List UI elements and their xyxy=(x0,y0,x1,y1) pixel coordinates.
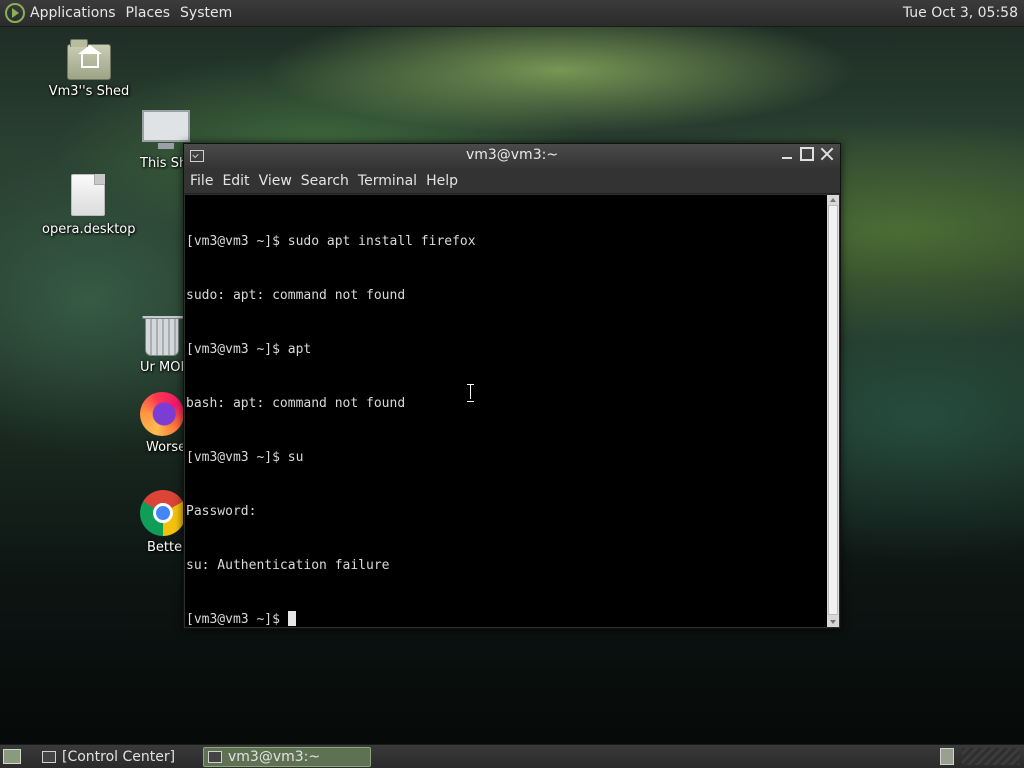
scrollbar-thumb[interactable] xyxy=(828,205,838,615)
scrollbar[interactable] xyxy=(827,195,839,627)
chrome-icon xyxy=(140,490,184,536)
desktop-icon-home[interactable]: Vm3''s Shed xyxy=(46,39,132,99)
desktop-icon-label: Better xyxy=(147,540,184,555)
desktop-icon-label: Ur MOM xyxy=(140,360,184,375)
workspace-switcher[interactable] xyxy=(940,748,954,765)
window-titlebar[interactable]: vm3@vm3:~ xyxy=(184,144,840,168)
menu-terminal[interactable]: Terminal xyxy=(358,173,417,189)
text-cursor xyxy=(287,611,296,626)
terminal-line: [vm3@vm3 ~]$ apt xyxy=(186,342,312,357)
distro-logo-icon[interactable] xyxy=(5,3,25,23)
taskbar-item-control-center[interactable]: [Control Center] xyxy=(38,747,198,767)
scroll-up-arrow-icon[interactable] xyxy=(830,198,836,202)
desktop-icon-label: Vm3''s Shed xyxy=(48,84,130,99)
menu-system[interactable]: System xyxy=(180,5,232,21)
terminal-menubar: File Edit View Search Terminal Help xyxy=(184,168,840,194)
computer-icon xyxy=(142,110,190,149)
file-icon xyxy=(71,174,105,216)
panel-grip xyxy=(962,748,1020,765)
desktop-icon-trash[interactable]: Ur MOM xyxy=(140,316,184,375)
desktop-icon-opera[interactable]: opera.desktop xyxy=(42,174,136,237)
menu-view[interactable]: View xyxy=(259,173,292,189)
window-controls xyxy=(780,147,834,161)
taskbar-item-label: [Control Center] xyxy=(62,749,176,765)
menu-applications[interactable]: Applications xyxy=(30,5,116,21)
clock[interactable]: Tue Oct 3, 05:58 xyxy=(903,5,1018,21)
ibeam-cursor-icon xyxy=(466,384,475,402)
terminal-line: [vm3@vm3 ~]$ su xyxy=(186,450,304,465)
desktop-icon-label: Worse xyxy=(146,440,184,455)
desktop-icon-chrome[interactable]: Better xyxy=(140,490,184,555)
show-desktop-icon[interactable] xyxy=(3,749,21,764)
terminal-line: su: Authentication failure xyxy=(186,558,390,573)
window-title: vm3@vm3:~ xyxy=(465,147,559,163)
menu-file[interactable]: File xyxy=(190,173,213,189)
menu-edit[interactable]: Edit xyxy=(222,173,249,189)
terminal-line: sudo: apt: command not found xyxy=(186,288,406,303)
terminal-icon[interactable] xyxy=(190,150,204,162)
desktop-icon-label: opera.desktop xyxy=(42,222,136,237)
terminal-prompt: [vm3@vm3 ~]$ xyxy=(186,612,288,627)
taskbar-item-terminal[interactable]: vm3@vm3:~ xyxy=(203,747,371,767)
terminal-window[interactable]: vm3@vm3:~ File Edit View Search Terminal… xyxy=(183,143,841,629)
control-center-icon xyxy=(42,751,56,763)
scroll-down-arrow-icon[interactable] xyxy=(830,620,836,624)
terminal-line: [vm3@vm3 ~]$ sudo apt install firefox xyxy=(186,234,476,249)
firefox-icon xyxy=(140,392,184,436)
terminal-line: bash: apt: command not found xyxy=(186,396,406,411)
minimize-button[interactable] xyxy=(780,147,794,161)
maximize-button[interactable] xyxy=(800,147,814,161)
terminal-output[interactable]: [vm3@vm3 ~]$ sudo apt install firefox su… xyxy=(185,195,827,627)
close-button[interactable] xyxy=(820,147,834,161)
home-folder-icon xyxy=(67,39,111,80)
terminal-line: Password: xyxy=(186,504,257,519)
menu-places[interactable]: Places xyxy=(126,5,171,21)
trash-icon xyxy=(142,316,184,356)
desktop-icon-firefox[interactable]: Worse xyxy=(140,392,184,455)
menu-help[interactable]: Help xyxy=(426,173,458,189)
bottom-panel: [Control Center] vm3@vm3:~ xyxy=(0,744,1024,768)
terminal-icon xyxy=(208,751,222,763)
taskbar-item-label: vm3@vm3:~ xyxy=(228,749,321,765)
menu-search[interactable]: Search xyxy=(301,173,349,189)
top-panel: Applications Places System Tue Oct 3, 05… xyxy=(0,0,1024,27)
